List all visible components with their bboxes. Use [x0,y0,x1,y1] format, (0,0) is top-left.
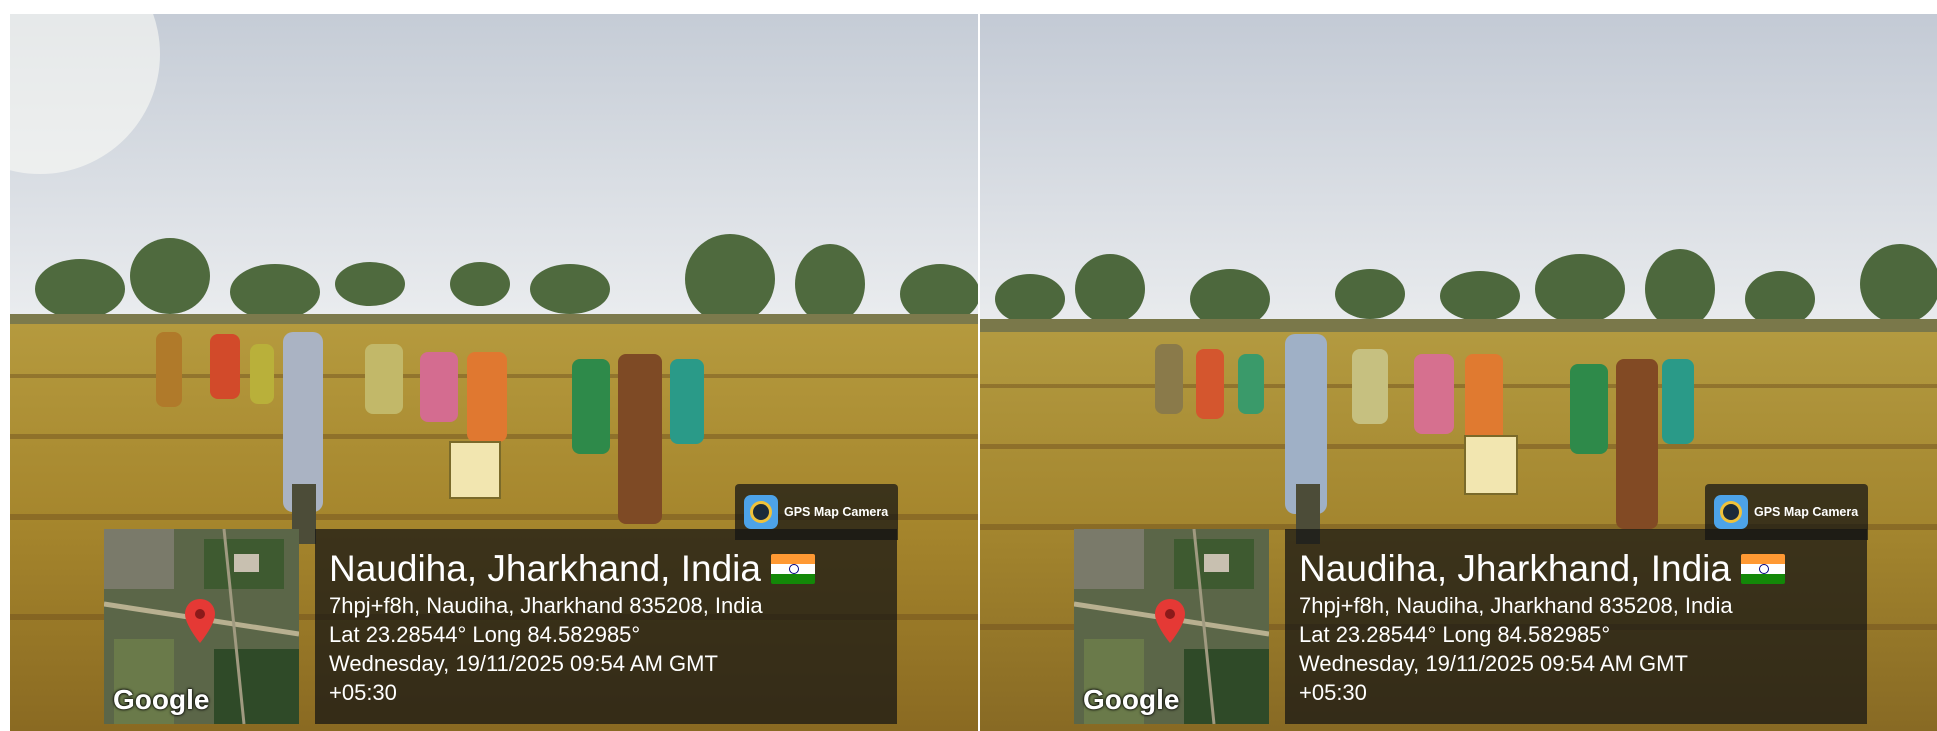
google-logo: Google [113,684,210,715]
location-title: Naudiha, Jharkhand, India [329,548,761,589]
location-title-row: Naudiha, Jharkhand, India [329,547,883,591]
india-flag-icon [770,554,815,584]
map-pin-icon [185,599,215,643]
datetime-text: Wednesday, 19/11/2025 09:54 AM GMT [1299,651,1688,676]
datetime-text: Wednesday, 19/11/2025 09:54 AM GMT [329,651,718,676]
timezone-text: +05:30 [1299,680,1367,705]
google-logo: Google [1083,684,1180,715]
photo-left: GPS Map Camera Google Naudiha, Jharkhand… [10,14,978,731]
gps-map-camera-label: GPS Map Camera [1754,505,1859,519]
gps-map-camera-label: GPS Map Camera [784,505,889,519]
address-text: 7hpj+f8h, Naudiha, Jharkhand 835208, Ind… [1299,593,1733,618]
map-pin-icon [1155,599,1185,643]
india-flag-icon [1740,554,1785,584]
location-title: Naudiha, Jharkhand, India [1299,548,1731,589]
coordinates-text: Lat 23.28544° Long 84.582985° [329,622,641,647]
location-title-row: Naudiha, Jharkhand, India [1299,547,1853,591]
gps-map-camera-icon [744,495,778,529]
photo-right: GPS Map Camera Google Naudiha, Jharkhand… [980,14,1937,731]
timezone-text: +05:30 [329,680,397,705]
gps-map-camera-icon [1714,495,1748,529]
address-text: 7hpj+f8h, Naudiha, Jharkhand 835208, Ind… [329,593,763,618]
map-thumbnail: Google [104,529,299,724]
coordinates-text: Lat 23.28544° Long 84.582985° [1299,622,1611,647]
map-thumbnail: Google [1074,529,1269,724]
location-info-box: Naudiha, Jharkhand, India 7hpj+f8h, Naud… [315,529,897,724]
location-info-box: Naudiha, Jharkhand, India 7hpj+f8h, Naud… [1285,529,1867,724]
